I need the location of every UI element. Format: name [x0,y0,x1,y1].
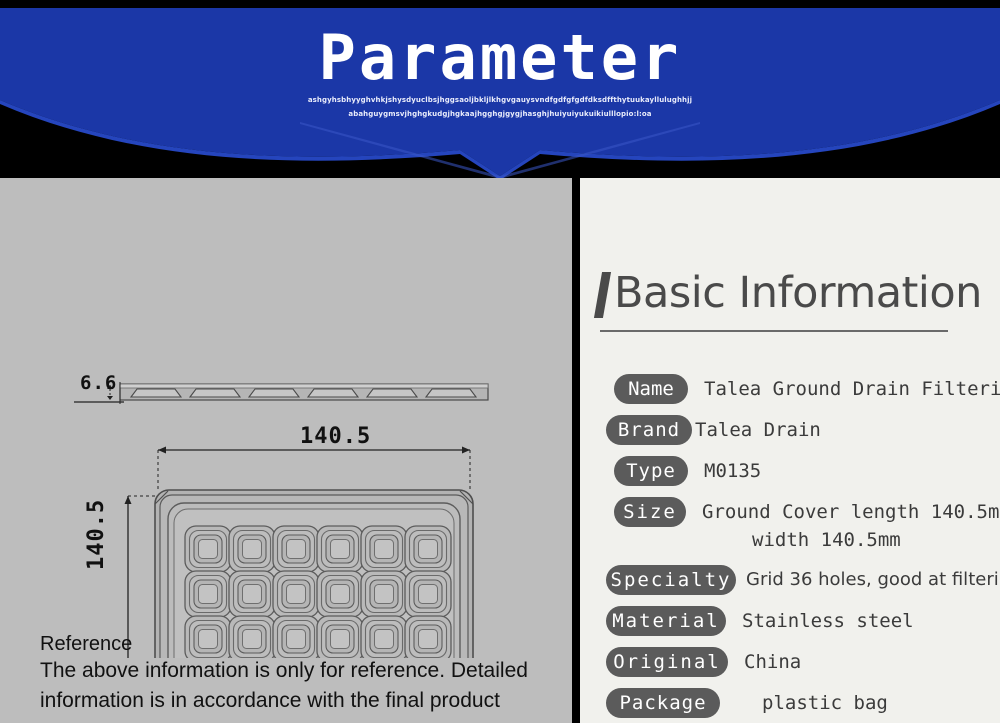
spec-label-specialty: Specialty [606,565,736,595]
page-banner: Parameter ashgyhsbhyyghvhkjshysdyuclbsjh… [0,0,1000,178]
spec-label-type: Type [614,456,688,486]
spec-row-material: Material Stainless steel [602,606,1000,647]
spec-value-specialty: Grid 36 holes, good at filtering [746,569,1000,590]
heading-underline [600,330,948,332]
spec-row-name: Name Talea Ground Drain Filtering Cover [602,374,1000,415]
spec-value-material: Stainless steel [742,610,914,632]
spec-row-type: Type M0135 [602,456,1000,497]
panel-divider [572,178,580,723]
specification-list: Name Talea Ground Drain Filtering Cover … [602,374,1000,723]
height-dimension-label: 140.5 [84,498,109,570]
spec-row-size: Size Ground Cover length 140.5mm, width … [602,497,1000,565]
spec-label-brand: Brand [606,415,692,445]
reference-line1: The above information is only for refere… [40,659,528,682]
spec-value-type: M0135 [704,460,762,482]
reference-note: Reference The above information is only … [40,632,570,716]
spec-label-material: Material [606,606,726,636]
spec-label-size: Size [614,497,686,527]
spec-value-size-line2: width 140.5mm [752,529,901,551]
spec-value-original: China [744,651,802,673]
width-dimension-label: 140.5 [300,424,372,449]
basic-information-heading: Basic Information [614,268,982,318]
spec-row-brand: Brand Talea Drain [602,415,1000,456]
spec-label-original: Original [606,647,728,677]
spec-label-name: Name [614,374,688,404]
spec-row-specialty: Specialty Grid 36 holes, good at filteri… [602,565,1000,606]
banner-title: Parameter [318,21,682,94]
width-dimension-line [157,446,471,490]
spec-row-original: Original China [602,647,1000,688]
thickness-dimension-label: 6.6 [80,372,118,394]
reference-line2: information is in accordance with the fi… [40,689,500,712]
spec-value-name: Talea Ground Drain Filtering Cover [704,378,1000,400]
heading-accent-mark [593,272,612,318]
drain-cover-drawing [74,382,489,658]
spec-value-package: plastic bag [762,692,888,714]
basic-information-panel: Basic Information Name Talea Ground Drai… [580,178,1000,723]
spec-value-brand: Talea Drain [695,419,821,441]
spec-value-size: Ground Cover length 140.5mm, [702,501,1000,523]
spec-label-package: Package [606,688,720,718]
spec-row-package: Package plastic bag [602,688,1000,723]
banner-subtitle-line2: abahguygmsvjhghgkudgjhgkaajhgghgjgygjhas… [348,110,652,118]
side-profile-view [74,382,489,404]
banner-subtitle-line1: ashgyhsbhyyghvhkjshysdyuclbsjhggsaoljbkl… [307,96,693,104]
reference-title: Reference [40,633,133,655]
